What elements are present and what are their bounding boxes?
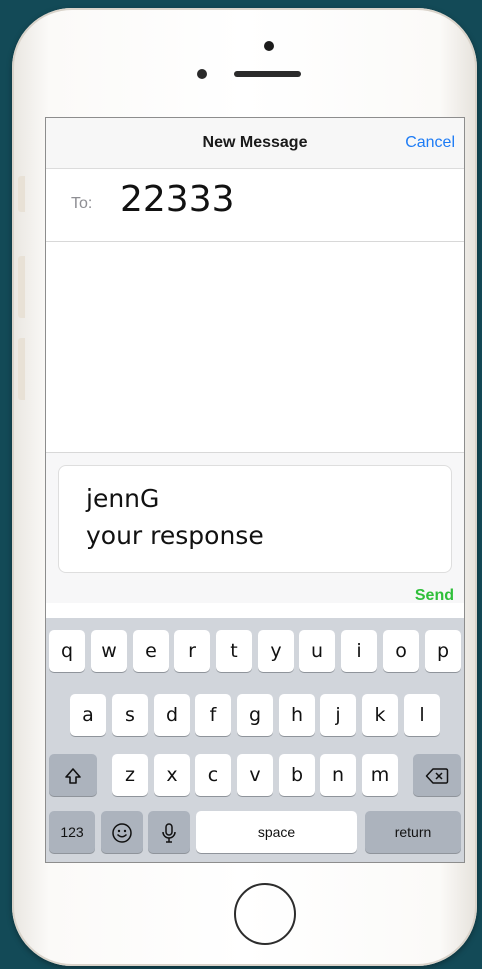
message-input[interactable]: jennG your response <box>58 465 452 573</box>
message-thread <box>46 242 464 452</box>
key-f[interactable]: f <box>195 694 231 736</box>
key-t[interactable]: t <box>216 630 252 672</box>
message-text-line-1: jennG <box>86 484 160 513</box>
return-key[interactable]: return <box>365 811 461 853</box>
key-r[interactable]: r <box>174 630 210 672</box>
front-camera-icon <box>197 69 207 79</box>
key-i[interactable]: i <box>341 630 377 672</box>
key-u[interactable]: u <box>299 630 335 672</box>
message-text-line-2: your response <box>86 521 264 550</box>
mute-switch <box>18 176 25 212</box>
recipient-value[interactable]: 22333 <box>120 179 235 220</box>
backspace-icon <box>425 767 449 784</box>
key-o[interactable]: o <box>383 630 419 672</box>
emoji-icon <box>112 822 132 843</box>
send-button[interactable]: Send <box>415 587 454 605</box>
key-g[interactable]: g <box>237 694 273 736</box>
navigation-bar: New Message Cancel <box>46 118 464 169</box>
key-e[interactable]: e <box>133 630 169 672</box>
home-button[interactable] <box>234 883 296 945</box>
key-l[interactable]: l <box>404 694 440 736</box>
numbers-key[interactable]: 123 <box>49 811 95 853</box>
key-c[interactable]: c <box>195 754 231 796</box>
microphone-key[interactable] <box>148 811 190 853</box>
key-h[interactable]: h <box>279 694 315 736</box>
shift-icon <box>65 767 81 784</box>
key-p[interactable]: p <box>425 630 461 672</box>
key-z[interactable]: z <box>112 754 148 796</box>
key-n[interactable]: n <box>320 754 356 796</box>
key-v[interactable]: v <box>237 754 273 796</box>
backspace-key[interactable] <box>413 754 461 796</box>
microphone-icon <box>162 822 176 843</box>
key-q[interactable]: q <box>49 630 85 672</box>
key-d[interactable]: d <box>154 694 190 736</box>
compose-area: jennG your response Send <box>46 452 464 605</box>
keyboard: q w e r t y u i o p a s d f g h j k l z … <box>46 618 464 862</box>
recipient-field[interactable]: To: 22333 <box>46 169 464 242</box>
camera-icon <box>264 41 274 51</box>
key-y[interactable]: y <box>258 630 294 672</box>
key-j[interactable]: j <box>320 694 356 736</box>
key-m[interactable]: m <box>362 754 398 796</box>
cancel-button[interactable]: Cancel <box>405 134 455 152</box>
volume-down-button <box>18 338 25 400</box>
key-k[interactable]: k <box>362 694 398 736</box>
emoji-key[interactable] <box>101 811 143 853</box>
shift-key[interactable] <box>49 754 97 796</box>
volume-up-button <box>18 256 25 318</box>
key-w[interactable]: w <box>91 630 127 672</box>
earpiece-speaker <box>234 71 301 77</box>
space-key[interactable]: space <box>196 811 357 853</box>
key-x[interactable]: x <box>154 754 190 796</box>
to-label: To: <box>71 195 93 212</box>
key-b[interactable]: b <box>279 754 315 796</box>
messages-screen: New Message Cancel To: 22333 jennG your … <box>46 118 464 862</box>
key-a[interactable]: a <box>70 694 106 736</box>
key-s[interactable]: s <box>112 694 148 736</box>
page-title: New Message <box>202 134 308 151</box>
